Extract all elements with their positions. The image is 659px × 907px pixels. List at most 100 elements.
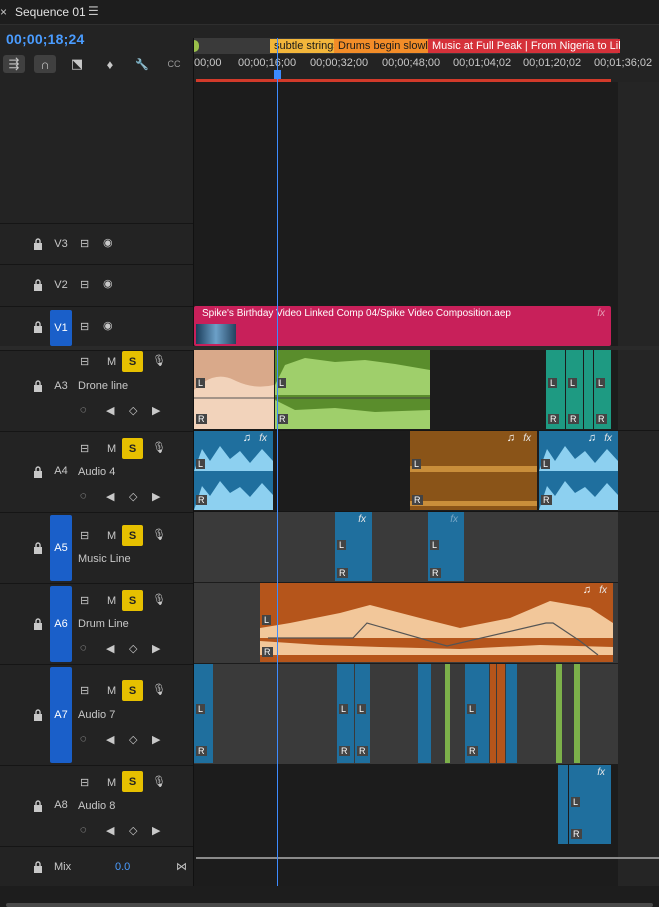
mute-button[interactable]: M: [107, 530, 116, 542]
audio-clip-teal[interactable]: LR: [546, 350, 565, 429]
close-tab-icon[interactable]: ×: [0, 5, 7, 19]
mute-button[interactable]: M: [107, 595, 116, 607]
lock-icon[interactable]: [33, 542, 43, 554]
lock-icon[interactable]: [33, 466, 43, 478]
sync-lock-icon[interactable]: ⊟: [80, 684, 89, 697]
lock-icon[interactable]: [33, 800, 43, 812]
add-keyframe-icon[interactable]: ◇: [129, 490, 137, 503]
track-name[interactable]: Audio 4: [78, 466, 115, 478]
audio-clip-blue[interactable]: LR: [465, 664, 489, 763]
audio-clip-drum-line[interactable]: ♫ fx L R: [260, 583, 613, 662]
prev-keyframe-icon[interactable]: ◀: [106, 824, 114, 837]
track-target-v1[interactable]: V1: [50, 310, 72, 346]
panel-menu-icon[interactable]: ☰: [88, 4, 99, 18]
audio-clip-green[interactable]: [574, 664, 580, 763]
mix-channels-icon[interactable]: ⋈: [176, 860, 187, 873]
linked-selection-icon[interactable]: ⬔: [66, 55, 88, 73]
audio-clip-orange[interactable]: [490, 664, 496, 763]
next-keyframe-icon[interactable]: ▶: [152, 642, 160, 655]
audio-clip-green[interactable]: [445, 664, 450, 763]
sync-lock-icon[interactable]: ⊟: [80, 594, 89, 607]
track-target-a4[interactable]: A4: [50, 460, 72, 482]
sync-lock-icon[interactable]: ⊟: [80, 776, 89, 789]
mute-button[interactable]: M: [107, 685, 116, 697]
playhead-line[interactable]: [277, 38, 278, 907]
audio-clip-blue[interactable]: [558, 765, 568, 844]
audio-clip-teal[interactable]: [584, 350, 593, 429]
keyframe-toggle-icon[interactable]: ◌: [80, 642, 87, 654]
captions-icon[interactable]: CC: [163, 55, 185, 73]
microphone-icon[interactable]: 🎙: [152, 593, 166, 606]
add-keyframe-icon[interactable]: ◇: [129, 824, 137, 837]
snap-icon[interactable]: ∩: [34, 55, 56, 73]
next-keyframe-icon[interactable]: ▶: [152, 733, 160, 746]
audio-clip-green[interactable]: [556, 664, 562, 763]
sequence-tab-title[interactable]: Sequence 01: [15, 5, 86, 19]
microphone-icon[interactable]: 🎙: [152, 441, 166, 454]
track-target-a7[interactable]: A7: [50, 667, 72, 763]
horizontal-scrollbar[interactable]: [0, 886, 659, 907]
marker-subtle-strings[interactable]: subtle strings: [270, 39, 336, 53]
track-target-a8[interactable]: A8: [50, 794, 72, 816]
keyframe-toggle-icon[interactable]: ◌: [80, 404, 87, 416]
mute-button[interactable]: M: [107, 356, 116, 368]
audio-clip-brown[interactable]: ♫ fx L R: [410, 431, 537, 510]
prev-keyframe-icon[interactable]: ◀: [106, 642, 114, 655]
track-name[interactable]: Drone line: [78, 380, 128, 392]
lock-icon[interactable]: [33, 861, 43, 873]
lock-icon[interactable]: [33, 238, 43, 250]
track-name[interactable]: Music Line: [78, 553, 131, 565]
lock-icon[interactable]: [33, 321, 43, 333]
lock-icon[interactable]: [33, 709, 43, 721]
wrench-icon[interactable]: 🔧: [131, 55, 153, 73]
mute-button[interactable]: M: [107, 777, 116, 789]
lock-icon[interactable]: [33, 380, 43, 392]
add-keyframe-icon[interactable]: ◇: [129, 404, 137, 417]
lock-icon[interactable]: [33, 279, 43, 291]
audio-clip-blue[interactable]: LR: [355, 664, 370, 763]
audio-clip-blue[interactable]: [418, 664, 431, 763]
microphone-icon[interactable]: 🎙: [152, 775, 166, 788]
keyframe-toggle-icon[interactable]: ◌: [80, 490, 87, 502]
solo-button[interactable]: S: [122, 438, 143, 459]
solo-button[interactable]: S: [122, 525, 143, 546]
add-marker-icon[interactable]: ♦: [99, 55, 121, 73]
prev-keyframe-icon[interactable]: ◀: [106, 490, 114, 503]
audio-clip-blue[interactable]: ♫ fx L R: [539, 431, 618, 510]
add-keyframe-icon[interactable]: ◇: [129, 642, 137, 655]
sync-lock-icon[interactable]: ⊟: [80, 237, 89, 250]
video-clip-linked-comp[interactable]: Spike's Birthday Video Linked Comp 04/Sp…: [194, 306, 611, 346]
keyframe-toggle-icon[interactable]: ◌: [80, 824, 87, 836]
mix-volume-value[interactable]: 0.0: [115, 861, 130, 873]
track-target-v3[interactable]: V3: [50, 233, 72, 255]
eye-icon[interactable]: ◉: [103, 236, 113, 249]
track-target-v2[interactable]: V2: [50, 274, 72, 296]
marker-drums-begin[interactable]: Drums begin slowly: [334, 39, 428, 53]
track-target-a6[interactable]: A6: [50, 586, 72, 662]
sync-lock-icon[interactable]: ⊟: [80, 442, 89, 455]
mute-button[interactable]: M: [107, 443, 116, 455]
track-name[interactable]: Drum Line: [78, 618, 129, 630]
track-target-a3[interactable]: A3: [50, 375, 72, 397]
prev-keyframe-icon[interactable]: ◀: [106, 733, 114, 746]
keyframe-toggle-icon[interactable]: ◌: [80, 733, 87, 745]
microphone-icon[interactable]: 🎙: [152, 528, 166, 541]
audio-clip-drone-a[interactable]: L R: [194, 350, 274, 429]
next-keyframe-icon[interactable]: ▶: [152, 404, 160, 417]
playhead-timecode[interactable]: 00;00;18;24: [6, 31, 84, 47]
solo-button[interactable]: S: [122, 351, 143, 372]
scrollbar-thumb[interactable]: [6, 903, 653, 907]
next-keyframe-icon[interactable]: ▶: [152, 824, 160, 837]
audio-clip-blue[interactable]: LR: [337, 664, 354, 763]
audio-clip-blue[interactable]: LR: [194, 664, 213, 763]
audio-clip-teal[interactable]: LR: [594, 350, 611, 429]
audio-clip-blue[interactable]: fx L R: [428, 512, 464, 581]
solo-button[interactable]: S: [122, 771, 143, 792]
sync-lock-icon[interactable]: ⊟: [80, 529, 89, 542]
sync-lock-icon[interactable]: ⊟: [80, 355, 89, 368]
track-target-a5[interactable]: A5: [50, 515, 72, 581]
audio-clip-blue[interactable]: fx L R: [335, 512, 372, 581]
eye-icon[interactable]: ◉: [103, 319, 113, 332]
audio-clip-teal[interactable]: LR: [566, 350, 583, 429]
audio-clip-orange[interactable]: [497, 664, 505, 763]
